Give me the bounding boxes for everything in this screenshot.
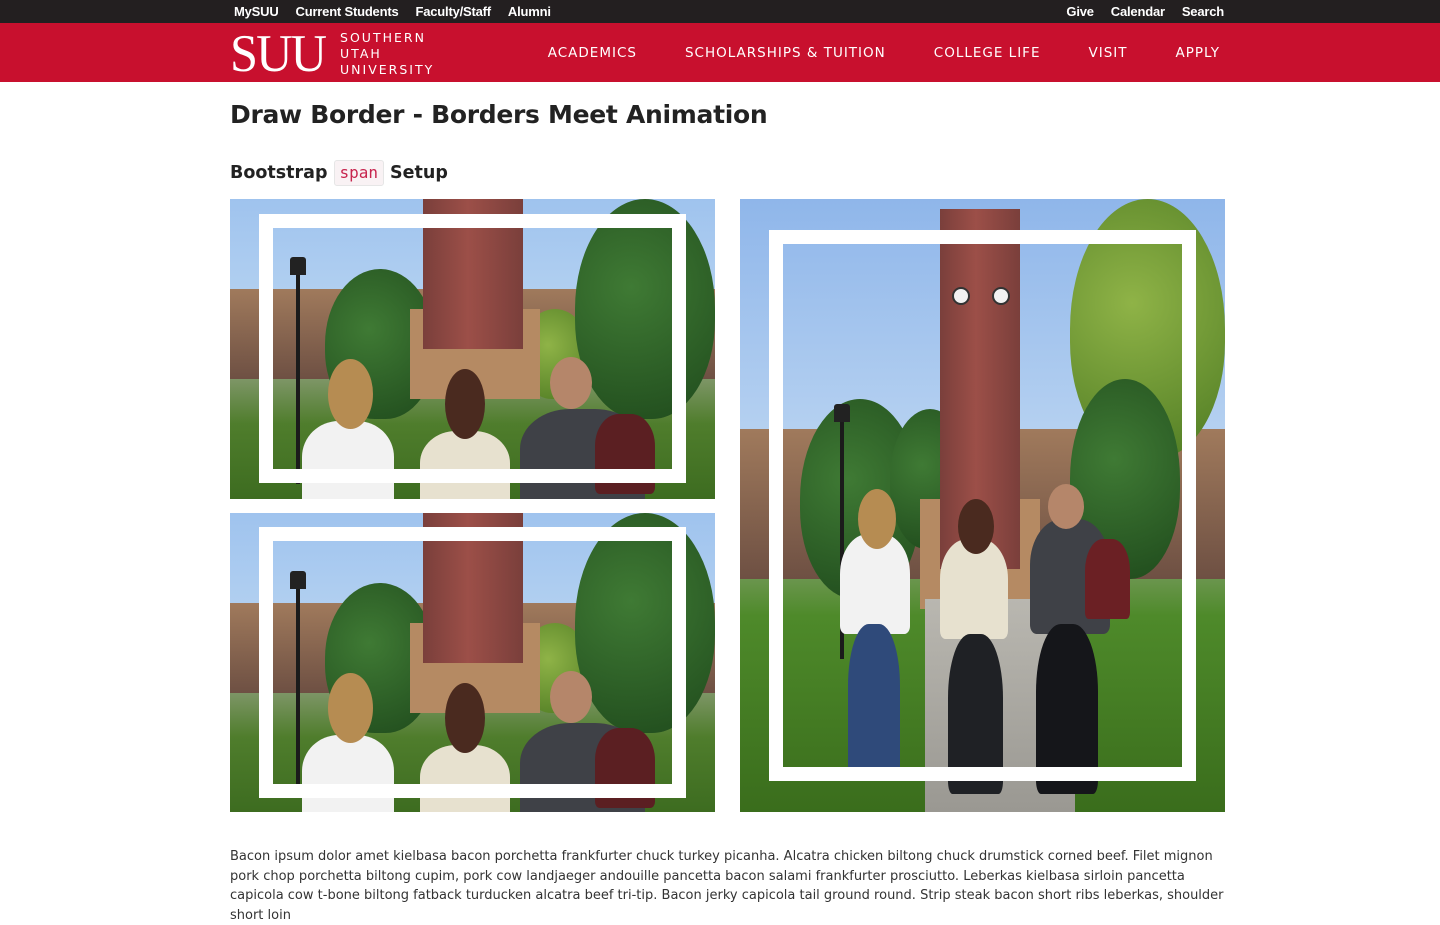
nav-scholarships-tuition[interactable]: SCHOLARSHIPS & TUITION	[685, 45, 886, 61]
utility-link-faculty-staff[interactable]: Faculty/Staff	[416, 4, 492, 19]
nav-college-life[interactable]: COLLEGE LIFE	[934, 45, 1041, 61]
logo-wordmark: SOUTHERN UTAH UNIVERSITY	[340, 30, 434, 78]
campus-photo-right[interactable]	[740, 199, 1225, 812]
logo-mark: SUU	[230, 25, 327, 83]
utility-link-search[interactable]: Search	[1182, 4, 1224, 19]
logo-line-southern: SOUTHERN	[340, 30, 426, 45]
nav-academics[interactable]: ACADEMICS	[548, 45, 637, 61]
page-title: Draw Border - Borders Meet Animation	[230, 100, 768, 129]
campus-photo-bottom-left[interactable]	[230, 513, 715, 812]
nav-apply[interactable]: APPLY	[1176, 45, 1221, 61]
main-nav-links: ACADEMICS SCHOLARSHIPS & TUITION COLLEGE…	[500, 23, 1220, 82]
animated-border-frame	[259, 214, 686, 483]
utility-link-mysuu[interactable]: MySUU	[234, 4, 279, 19]
utility-bar: MySUU Current Students Faculty/Staff Alu…	[0, 0, 1440, 23]
section-heading: Bootstrap span Setup	[230, 160, 1225, 186]
image-gallery	[230, 199, 1225, 812]
nav-visit[interactable]: VISIT	[1088, 45, 1127, 61]
logo-line-university: UNIVERSITY	[340, 62, 435, 77]
utility-nav-left: MySUU Current Students Faculty/Staff Alu…	[234, 0, 568, 23]
animated-border-frame	[769, 230, 1196, 781]
utility-nav-right: Give Calendar Search	[1049, 0, 1224, 23]
main-navigation-bar: SUU SOUTHERN UTAH UNIVERSITY ACADEMICS S…	[0, 23, 1440, 82]
utility-link-calendar[interactable]: Calendar	[1111, 4, 1165, 19]
logo-line-utah: UTAH	[340, 46, 382, 61]
suu-logo[interactable]: SUU SOUTHERN UTAH UNIVERSITY	[230, 25, 434, 83]
body-paragraph: Bacon ipsum dolor amet kielbasa bacon po…	[230, 849, 1224, 923]
utility-link-give[interactable]: Give	[1066, 4, 1094, 19]
main-content: Draw Border - Borders Meet Animation Boo…	[230, 82, 1225, 923]
utility-link-alumni[interactable]: Alumni	[508, 4, 551, 19]
animated-border-frame	[259, 527, 686, 798]
campus-photo-top-left[interactable]	[230, 199, 715, 499]
section-heading-code: span	[333, 160, 385, 186]
section-heading-suffix: Setup	[390, 163, 448, 183]
section-heading-prefix: Bootstrap	[230, 163, 328, 183]
utility-link-current-students[interactable]: Current Students	[296, 4, 399, 19]
